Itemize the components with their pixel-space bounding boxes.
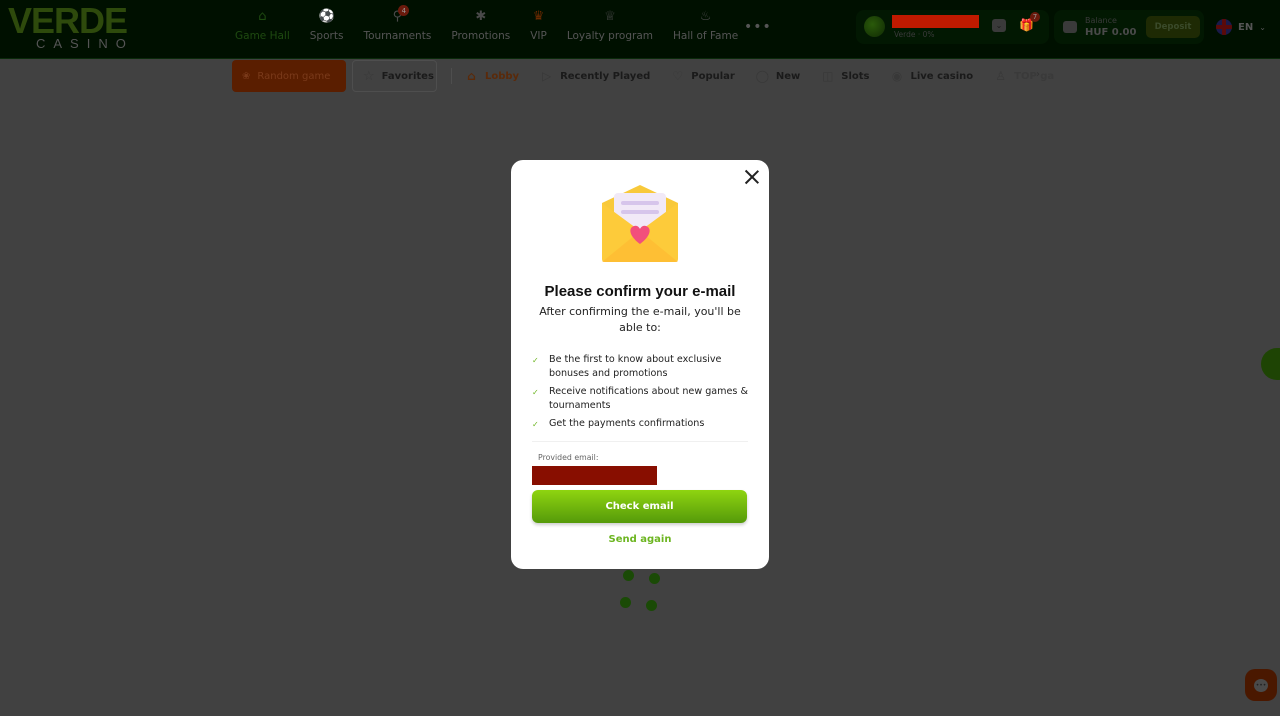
- favorites-button[interactable]: ☆ Favorites: [352, 60, 437, 92]
- category-label: New: [775, 70, 801, 82]
- category-popular[interactable]: ♡ Popular: [670, 69, 735, 84]
- podium-icon: ♙: [995, 69, 1006, 83]
- avatar[interactable]: [864, 16, 885, 37]
- nav-label: Hall of Fame: [673, 30, 739, 42]
- house-icon: ⌂: [467, 69, 476, 83]
- nav-sports[interactable]: ⚽ Sports: [300, 8, 354, 43]
- vip-crown-icon: ♛: [532, 8, 545, 24]
- category-label: Lobby: [485, 70, 520, 82]
- provided-email-redacted: [532, 466, 657, 485]
- benefit-item: ✓ Get the payments confirmations: [532, 417, 754, 432]
- flame-icon: ♨: [699, 8, 712, 24]
- modal-subtitle: After confirming the e-mail, you'll be a…: [539, 305, 741, 334]
- balance-value: HUF 0.00: [1085, 27, 1137, 38]
- check-icon: ✓: [532, 356, 539, 365]
- more-menu-button[interactable]: •••: [744, 19, 772, 35]
- favorites-label: Favorites: [381, 70, 434, 82]
- language-code: EN: [1238, 21, 1254, 33]
- percent-badge-icon: ✱: [475, 8, 487, 24]
- nav-label: Loyalty program: [566, 30, 653, 42]
- confirm-email-modal: Please confirm your e-mail After confirm…: [511, 160, 769, 569]
- spinner-dot: [649, 573, 660, 584]
- heart-icon: ♡: [672, 69, 684, 83]
- username-redacted: [892, 15, 979, 28]
- divider: [451, 68, 452, 84]
- nav-label: Tournaments: [363, 30, 432, 42]
- check-email-button[interactable]: Check email: [532, 490, 747, 523]
- envelope-heart-icon: [602, 185, 678, 262]
- clover-icon: ❀: [242, 70, 251, 82]
- benefit-text: Be the first to know about exclusive bon…: [549, 354, 722, 379]
- nav-hall-of-fame[interactable]: ♨ Hall of Fame: [663, 8, 748, 43]
- uk-flag-icon: [1216, 19, 1232, 35]
- gift-badge: 7: [1030, 12, 1040, 22]
- slot-machine-icon: ◫: [822, 69, 834, 83]
- nav-game-hall[interactable]: ⌂ Game Hall: [225, 8, 300, 43]
- check-icon: ✓: [532, 420, 539, 429]
- crown-icon: ♕: [604, 8, 616, 24]
- category-label: Popular: [691, 70, 735, 82]
- benefits-list: ✓ Be the first to know about exclusive b…: [532, 353, 754, 437]
- nav-tournaments[interactable]: ⚲ 4 Tournaments: [353, 5, 441, 42]
- benefit-item: ✓ Receive notifications about new games …: [532, 385, 754, 412]
- nav-vip[interactable]: ♛ VIP: [520, 8, 557, 43]
- side-bonus-widget[interactable]: [1261, 348, 1280, 380]
- send-again-link[interactable]: Send again: [511, 534, 769, 545]
- spinner-dot: [646, 600, 657, 611]
- spinner-dot: [623, 570, 634, 581]
- random-game-label: Random game: [257, 70, 331, 82]
- nav-label: Sports: [309, 30, 344, 42]
- deposit-button[interactable]: Deposit: [1146, 16, 1200, 38]
- modal-title: Please confirm your e-mail: [544, 283, 736, 300]
- provided-email-label: Provided email:: [538, 453, 599, 462]
- level-progress-text: Verde · 0%: [894, 30, 935, 39]
- category-recently-played[interactable]: ▷ Recently Played: [539, 69, 650, 84]
- logo-subtitle: CASINO: [36, 36, 134, 51]
- home-icon: ⌂: [258, 8, 267, 24]
- category-label: Recently Played: [560, 70, 651, 82]
- chevron-down-icon: ⌄: [1259, 22, 1266, 32]
- check-icon: ✓: [532, 388, 539, 397]
- category-new[interactable]: ◯ New: [755, 69, 801, 84]
- tournaments-badge: 4: [398, 5, 410, 16]
- chat-bubble-icon: •••: [1254, 678, 1268, 692]
- benefit-text: Get the payments confirmations: [549, 418, 705, 429]
- nav-promotions[interactable]: ✱ Promotions: [441, 8, 520, 43]
- close-icon[interactable]: [744, 169, 760, 185]
- balance-label: Balance: [1085, 16, 1117, 25]
- category-slots[interactable]: ◫ Slots: [820, 69, 869, 84]
- main-nav: ⌂ Game Hall ⚽ Sports ⚲ 4 Tournaments ✱ P…: [225, 5, 748, 43]
- live-chat-button[interactable]: •••: [1245, 669, 1277, 701]
- wallet-icon: [1063, 21, 1077, 33]
- benefit-text: Receive notifications about new games & …: [549, 386, 748, 411]
- nav-label: Promotions: [451, 30, 511, 42]
- benefit-item: ✓ Be the first to know about exclusive b…: [532, 353, 754, 380]
- category-label: Slots: [841, 70, 870, 82]
- random-game-button[interactable]: ❀ Random game: [232, 60, 346, 92]
- new-icon: ◯: [755, 69, 770, 83]
- spinner-dot: [620, 597, 631, 608]
- verde-casino-logo[interactable]: VERDE CASINO: [8, 0, 134, 52]
- category-bar: ❀ Random game ☆ Favorites ⌂ Lobby ▷ Rece…: [232, 60, 1074, 92]
- category-top-games[interactable]: ♙ TOP ga: [993, 69, 1054, 84]
- nav-label: Game Hall: [235, 30, 290, 42]
- live-icon: ◉: [891, 69, 903, 83]
- chevron-right-icon[interactable]: ›: [1036, 69, 1040, 80]
- logo-title: VERDE: [8, 0, 128, 41]
- nav-loyalty-program[interactable]: ♕ Loyalty program: [557, 8, 663, 43]
- category-lobby[interactable]: ⌂ Lobby: [464, 69, 519, 84]
- category-label: Live casino: [910, 70, 974, 82]
- star-icon: ☆: [363, 68, 375, 84]
- play-icon: ▷: [541, 69, 552, 83]
- user-profile-widget[interactable]: Verde · 0% ⌄ 🎁 7: [856, 10, 1049, 44]
- language-selector[interactable]: EN ⌄: [1216, 19, 1266, 35]
- soccer-ball-icon: ⚽: [318, 8, 335, 24]
- top-header: VERDE CASINO ⌂ Game Hall ⚽ Sports ⚲ 4 To…: [0, 0, 1280, 59]
- category-live-casino[interactable]: ◉ Live casino: [889, 69, 973, 84]
- divider: [532, 441, 748, 442]
- nav-label: VIP: [530, 30, 547, 42]
- category-label: TOP ga: [1014, 70, 1055, 82]
- mail-icon[interactable]: ⌄: [992, 19, 1006, 32]
